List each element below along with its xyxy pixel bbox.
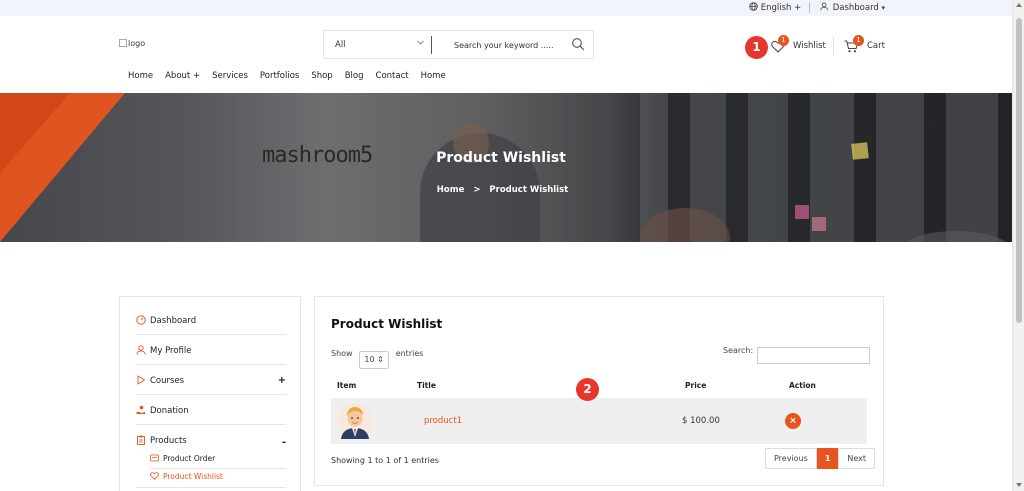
chevron-down-icon: ▾ <box>881 4 886 12</box>
main-nav: Home About + Services Portfolios Shop Bl… <box>128 71 458 81</box>
language-label: English <box>760 3 792 13</box>
table-info: Showing 1 to 1 of 1 entries <box>331 456 439 465</box>
plus-icon: + <box>794 3 802 13</box>
sidebar-item-courses[interactable]: Courses + <box>136 365 286 395</box>
pagination-page-1[interactable]: 1 <box>816 448 839 469</box>
sidebar-subitem-label: Product Wishlist <box>163 472 223 481</box>
remove-from-wishlist-button[interactable]: × <box>785 413 801 429</box>
sidebar-item-label: Products <box>150 436 187 446</box>
globe-icon <box>749 2 758 11</box>
column-header-price[interactable]: Price <box>685 381 706 390</box>
sidebar-item-dashboard[interactable]: Dashboard <box>136 305 286 335</box>
breadcrumb: Home > Product Wishlist <box>0 185 1005 195</box>
sidebar-item-label: Donation <box>150 406 189 416</box>
sidebar-subitem-label: Product Order <box>163 454 216 463</box>
pagination-previous[interactable]: Previous <box>765 448 817 469</box>
dashboard-menu[interactable]: Dashboard ▾ <box>820 2 885 13</box>
search-icon[interactable] <box>571 37 585 51</box>
nav-item-about[interactable]: About + <box>165 71 200 81</box>
category-select[interactable]: All <box>335 40 346 50</box>
scrollbar-thumb[interactable] <box>1016 18 1022 323</box>
sidebar-item-products[interactable]: Products - <box>136 425 286 455</box>
collapse-minus-icon[interactable]: - <box>282 437 286 448</box>
breadcrumb-separator: > <box>473 185 481 195</box>
dashboard-gauge-icon <box>136 315 146 325</box>
user-icon <box>136 345 146 355</box>
entries-length-control: Show 10 ⇕ entries <box>331 349 423 369</box>
search-divider <box>431 36 432 54</box>
breadcrumb-current: Product Wishlist <box>489 185 569 195</box>
nav-item-contact[interactable]: Contact <box>376 71 409 81</box>
sidebar-item-donation[interactable]: Donation <box>136 395 286 425</box>
play-icon <box>137 375 146 385</box>
table-search-input[interactable] <box>756 347 870 364</box>
sticky-note <box>795 205 809 219</box>
scroll-up-arrow-icon[interactable] <box>1016 3 1022 7</box>
divider <box>150 468 286 469</box>
wishlist-label: Wishlist <box>793 41 826 51</box>
sidebar-item-label: Courses <box>150 376 185 386</box>
nav-item-blog[interactable]: Blog <box>345 71 364 81</box>
wishlist-count-badge: 1 <box>778 35 789 46</box>
breadcrumb-home[interactable]: Home <box>437 185 465 195</box>
column-header-action[interactable]: Action <box>789 381 816 390</box>
order-icon <box>150 454 159 462</box>
broken-image-icon <box>119 39 127 47</box>
product-price: $ 100.00 <box>682 416 720 426</box>
table-header: Item Title Price Action <box>331 381 867 398</box>
pagination: Previous 1 Next <box>765 448 876 469</box>
search-bar: All <box>323 30 594 59</box>
cart-label: Cart <box>867 41 885 51</box>
sidebar-item-label: My Profile <box>150 346 192 356</box>
page-scrollbar[interactable] <box>1012 0 1024 491</box>
heart-icon <box>150 472 159 480</box>
sidebar-subitem-product-order[interactable]: Product Order <box>150 454 215 463</box>
account-sidebar: Dashboard My Profile Courses + Donation … <box>119 296 301 491</box>
nav-item-portfolios[interactable]: Portfolios <box>260 71 299 81</box>
sidebar-item-label: Dashboard <box>150 316 197 326</box>
clipboard-icon <box>137 435 145 445</box>
topbar-divider <box>809 2 810 13</box>
scroll-down-arrow-icon[interactable] <box>1016 483 1022 487</box>
table-search: Search: <box>723 346 870 364</box>
page-banner: mashroom5 Product Wishlist Home > Produc… <box>0 93 1012 242</box>
nav-item-home[interactable]: Home <box>128 71 153 81</box>
show-label: Show <box>331 349 353 358</box>
expand-plus-icon[interactable]: + <box>278 375 286 386</box>
sidebar-subitem-product-wishlist[interactable]: Product Wishlist <box>150 472 223 481</box>
product-avatar-image[interactable] <box>337 402 373 439</box>
logo-alt-text: logo <box>128 39 146 48</box>
dashboard-label: Dashboard <box>832 3 879 13</box>
user-icon <box>820 2 828 11</box>
entries-label: entries <box>395 349 424 358</box>
column-header-item[interactable]: Item <box>337 381 356 390</box>
product-title-link[interactable]: product1 <box>424 416 462 426</box>
sticky-note <box>812 217 826 231</box>
panel-title: Product Wishlist <box>331 317 443 331</box>
search-label: Search: <box>723 346 754 355</box>
pagination-next[interactable]: Next <box>838 448 876 469</box>
nav-item-shop[interactable]: Shop <box>311 71 332 81</box>
divider <box>136 487 286 488</box>
nav-item-home-2[interactable]: Home <box>421 71 446 81</box>
column-header-title[interactable]: Title <box>417 381 436 390</box>
site-logo[interactable]: logo <box>119 39 145 48</box>
annotation-callout-2: 2 <box>576 378 599 401</box>
header-divider <box>833 37 834 55</box>
search-input[interactable] <box>454 37 564 53</box>
donation-hand-icon <box>136 405 145 414</box>
page-title: Product Wishlist <box>436 150 566 166</box>
sidebar-item-my-profile[interactable]: My Profile <box>136 335 286 365</box>
language-selector[interactable]: English + <box>749 2 801 13</box>
annotation-callout-1: 1 <box>745 36 768 59</box>
top-bar: English + Dashboard ▾ <box>0 0 1012 16</box>
chevron-down-icon <box>417 40 424 45</box>
table-row: product1 $ 100.00 × <box>331 398 867 444</box>
cart-count-badge: 1 <box>853 35 864 46</box>
wishlist-panel: Product Wishlist Show 10 ⇕ entries Searc… <box>314 296 884 486</box>
nav-item-services[interactable]: Services <box>212 71 248 81</box>
entries-select[interactable]: 10 ⇕ <box>359 351 390 369</box>
